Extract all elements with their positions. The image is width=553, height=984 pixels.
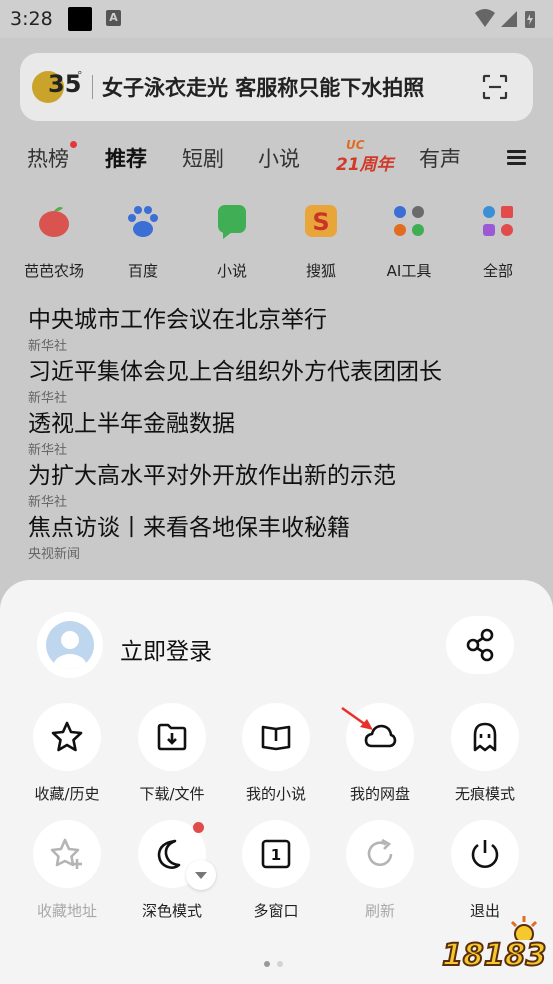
notification-a-icon: A: [106, 10, 121, 26]
ghost-icon: [473, 722, 497, 752]
tool-label: 我的网盘: [349, 785, 410, 803]
tool-label: 我的小说: [245, 785, 306, 803]
apple-icon: [39, 207, 69, 237]
status-time: 3:28: [10, 8, 53, 30]
refresh-icon: [367, 838, 393, 867]
tool-label: 下载/文件: [139, 785, 205, 803]
incognito-mode-button[interactable]: 无痕模式: [435, 703, 535, 804]
shortcut-label: 百度: [127, 262, 158, 280]
tool-label: 刷新: [364, 902, 395, 920]
tool-label: 深色模式: [141, 902, 202, 920]
dark-mode-button[interactable]: 深色模式: [122, 820, 222, 921]
shortcut-label: 搜狐: [305, 262, 336, 280]
news-item[interactable]: 透视上半年金融数据 新华社: [28, 404, 528, 458]
my-novels-button[interactable]: 我的小说: [226, 703, 326, 804]
favorites-history-button[interactable]: 收藏/历史: [17, 703, 117, 804]
chevron-down-icon[interactable]: [186, 860, 216, 890]
wifi-icon: [475, 9, 495, 27]
annotation-arrow-icon: [341, 706, 373, 730]
scan-icon[interactable]: [482, 74, 508, 100]
news-title[interactable]: 焦点访谈丨来看各地保丰收秘籍: [28, 508, 528, 542]
refresh-button[interactable]: 刷新: [330, 820, 430, 921]
tab-short-drama[interactable]: 短剧: [182, 143, 224, 173]
shortcut-label: 小说: [216, 262, 247, 280]
share-button[interactable]: [446, 616, 514, 674]
uc-anniversary-text: 21周年: [336, 155, 394, 175]
sohu-icon: S: [305, 205, 337, 237]
novel-book-icon: [218, 205, 246, 239]
shortcut-baidu[interactable]: 百度: [103, 202, 183, 281]
news-item[interactable]: 焦点访谈丨来看各地保丰收秘籍 央视新闻: [28, 508, 528, 562]
window-icon: 1: [261, 839, 291, 869]
svg-text:S: S: [312, 208, 329, 236]
news-title[interactable]: 为扩大高水平对外开放作出新的示范: [28, 456, 528, 490]
signal-icon: [501, 11, 517, 27]
user-avatar-icon: [53, 631, 87, 669]
news-item[interactable]: 为扩大高水平对外开放作出新的示范 新华社: [28, 456, 528, 510]
page-dot-active: [264, 961, 270, 967]
ai-tools-icon: [394, 206, 424, 236]
downloads-files-button[interactable]: 下载/文件: [122, 703, 222, 804]
tab-recommend[interactable]: 推荐: [105, 143, 147, 173]
weather-degree: °: [77, 69, 83, 82]
shortcut-novel[interactable]: 小说: [192, 202, 272, 281]
news-item[interactable]: 中央城市工作会议在北京举行 新华社: [28, 300, 528, 354]
multi-window-button[interactable]: 1 多窗口: [226, 820, 326, 921]
exit-button[interactable]: 退出: [435, 820, 535, 921]
shortcut-ai-tools[interactable]: AI工具: [369, 202, 449, 281]
tab-hot-list[interactable]: 热榜: [27, 143, 69, 173]
baidu-paw-icon: [128, 206, 158, 237]
sun-crown-icon: [510, 916, 538, 940]
news-title[interactable]: 透视上半年金融数据: [28, 404, 528, 438]
status-bar: 3:28 A: [0, 0, 553, 38]
hot-list-red-dot: [70, 141, 77, 148]
star-plus-icon: [50, 838, 82, 869]
hamburger-menu-icon[interactable]: [507, 150, 526, 166]
tool-label: 收藏/历史: [34, 785, 100, 803]
news-item[interactable]: 习近平集体会见上合组织外方代表团团长 新华社: [28, 352, 528, 406]
shortcut-all[interactable]: 全部: [458, 202, 538, 281]
shortcut-label: 全部: [482, 262, 513, 280]
page-dot: [277, 961, 283, 967]
shortcut-sohu[interactable]: S 搜狐: [281, 202, 361, 281]
notification-square-icon: [68, 7, 92, 31]
news-title[interactable]: 中央城市工作会议在北京举行: [28, 300, 528, 334]
shortcut-label: 芭芭农场: [23, 262, 84, 280]
tool-label: 无痕模式: [454, 785, 515, 803]
tool-label: 收藏地址: [36, 902, 97, 920]
tool-label: 多窗口: [253, 902, 299, 920]
shortcut-baba-farm[interactable]: 芭芭农场: [14, 202, 94, 281]
search-hot-headline[interactable]: 女子泳衣走光 客服称只能下水拍照: [102, 72, 424, 102]
news-source: 央视新闻: [28, 547, 81, 562]
channel-tabs: 热榜 推荐 短剧 小说 有声: [0, 133, 553, 183]
moon-icon: [157, 839, 181, 869]
avatar[interactable]: [37, 612, 103, 678]
share-icon: [466, 628, 494, 662]
tab-uc-anniversary[interactable]: UC 21周年: [336, 138, 394, 175]
shortcut-label: AI工具: [386, 262, 432, 280]
power-icon: [471, 840, 499, 868]
dark-mode-red-dot: [193, 822, 204, 833]
tab-novel[interactable]: 小说: [258, 143, 300, 173]
page-indicator: [264, 952, 294, 967]
search-divider: [92, 75, 93, 99]
download-folder-icon: [157, 723, 187, 751]
site-watermark-logo: 18183: [441, 914, 547, 980]
search-bar[interactable]: 35 ° 女子泳衣走光 客服称只能下水拍照: [20, 53, 533, 121]
book-icon: [261, 725, 291, 751]
watermark-text: 18183: [441, 937, 547, 974]
tab-audio[interactable]: 有声: [419, 143, 461, 173]
bookmark-address-button[interactable]: 收藏地址: [17, 820, 117, 921]
window-count: 1: [271, 846, 281, 864]
system-status-icons: [475, 9, 535, 28]
all-apps-icon: [483, 206, 513, 236]
news-title[interactable]: 习近平集体会见上合组织外方代表团团长: [28, 352, 528, 386]
login-button[interactable]: 立即登录: [120, 632, 212, 666]
star-icon: [51, 721, 83, 752]
